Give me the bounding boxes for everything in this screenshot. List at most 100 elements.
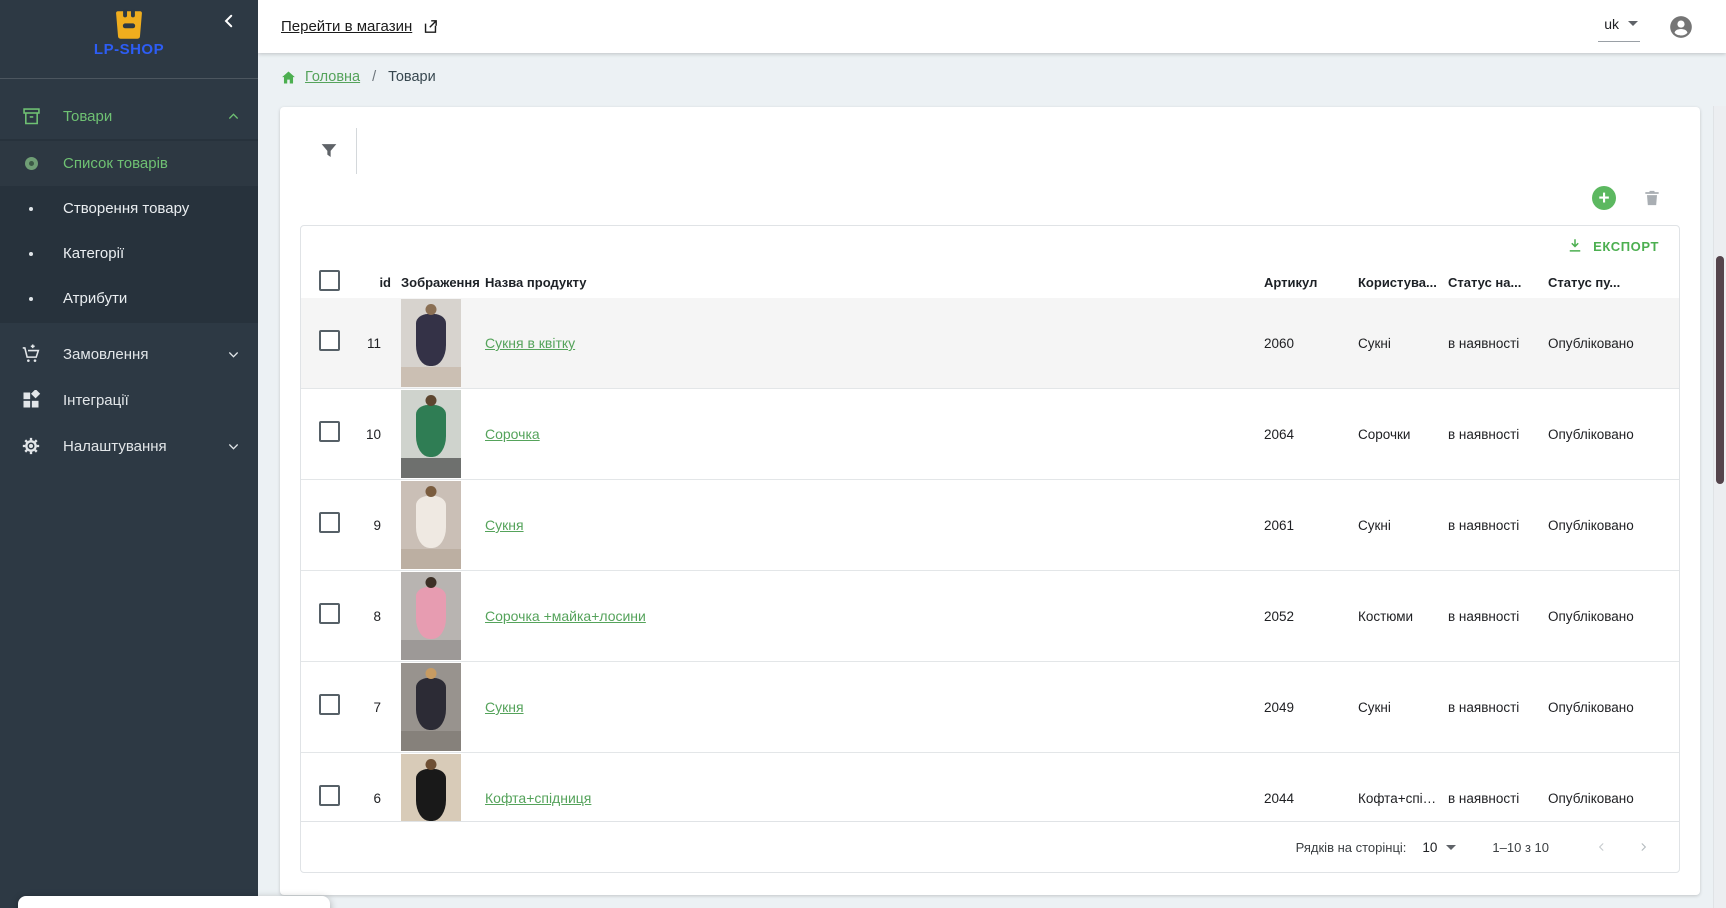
- sidebar-item-product-list[interactable]: Список товарів: [0, 141, 258, 186]
- main-area: Перейти в магазин uk: [258, 0, 1726, 908]
- export-button[interactable]: ЕКСПОРТ: [1560, 236, 1665, 256]
- gear-icon: [20, 436, 42, 456]
- active-bullet-icon: [20, 157, 42, 170]
- row-publish-status: Опубліковано: [1548, 336, 1663, 351]
- row-checkbox[interactable]: [319, 330, 340, 351]
- product-image[interactable]: [401, 481, 461, 569]
- product-name-link[interactable]: Кофта+спідниця: [485, 790, 591, 806]
- sidebar-divider: [0, 78, 258, 79]
- row-sku: 2060: [1264, 336, 1358, 351]
- header-stock-status[interactable]: Статус на...: [1448, 275, 1548, 290]
- table-body: 11 Сукня в квітку 2060 Сукні в наявності…: [301, 298, 1679, 821]
- logo-text: LP-SHOP: [94, 41, 164, 58]
- row-id: 9: [363, 518, 391, 533]
- product-name-link[interactable]: Сукня: [485, 699, 524, 715]
- table-row: 7 Сукня 2049 Сукні в наявності Опубліков…: [301, 662, 1679, 753]
- sidebar-item-label: Атрибути: [63, 290, 127, 307]
- row-publish-status: Опубліковано: [1548, 518, 1663, 533]
- sidebar-item-attributes[interactable]: Атрибути: [0, 276, 258, 321]
- add-product-button[interactable]: +: [1592, 186, 1616, 210]
- account-avatar-button[interactable]: [1668, 14, 1694, 40]
- chevron-down-icon: [227, 348, 240, 361]
- row-checkbox[interactable]: [319, 694, 340, 715]
- bottom-toast[interactable]: [18, 896, 330, 908]
- row-sku: 2052: [1264, 609, 1358, 624]
- breadcrumb-current: Товари: [388, 69, 436, 85]
- next-page-button[interactable]: [1631, 835, 1655, 859]
- product-image[interactable]: [401, 390, 461, 478]
- table-row: 6 Кофта+спідниця 2044 Кофта+спідниц в на…: [301, 753, 1679, 821]
- table-actions: +: [300, 181, 1680, 215]
- delete-selected-button[interactable]: [1642, 188, 1662, 208]
- header-user-category[interactable]: Користува...: [1358, 275, 1448, 290]
- breadcrumb-home-link[interactable]: Головна: [305, 69, 360, 85]
- sidebar-item-label: Налаштування: [63, 438, 206, 455]
- product-name-link[interactable]: Сукня: [485, 517, 524, 533]
- product-name-link[interactable]: Сорочка: [485, 426, 540, 442]
- caret-down-icon: [1628, 21, 1638, 26]
- prev-page-button[interactable]: [1589, 835, 1613, 859]
- export-toolbar: ЕКСПОРТ: [301, 226, 1679, 266]
- breadcrumb: Головна / Товари: [280, 65, 1700, 89]
- product-name-link[interactable]: Сорочка +майка+лосини: [485, 608, 646, 624]
- scrollbar-thumb[interactable]: [1716, 256, 1724, 484]
- app-root: LP-SHOP Товари Спис: [0, 0, 1726, 908]
- rows-per-page-value: 10: [1422, 840, 1437, 855]
- sidebar-item-integrations[interactable]: Інтеграції: [0, 377, 258, 423]
- rows-per-page-label: Рядків на сторінці:: [1296, 840, 1407, 855]
- sidebar-item-label: Список товарів: [63, 155, 168, 172]
- row-stock-status: в наявності: [1448, 427, 1548, 442]
- table-row: 10 Сорочка 2064 Сорочки в наявності Опуб…: [301, 389, 1679, 480]
- header-id[interactable]: id: [363, 275, 391, 290]
- home-icon: [280, 69, 297, 86]
- product-image[interactable]: [401, 572, 461, 660]
- product-image[interactable]: [401, 663, 461, 751]
- rows-per-page-select[interactable]: 10: [1422, 840, 1456, 855]
- row-checkbox[interactable]: [319, 421, 340, 442]
- row-publish-status: Опубліковано: [1548, 609, 1663, 624]
- product-name-link[interactable]: Сукня в квітку: [485, 335, 575, 351]
- header-name[interactable]: Назва продукту: [485, 275, 1264, 290]
- sidebar-item-settings[interactable]: Налаштування: [0, 423, 258, 469]
- filter-button[interactable]: [318, 140, 340, 162]
- select-all-checkbox[interactable]: [319, 270, 340, 291]
- sidebar-item-create-product[interactable]: Створення товару: [0, 186, 258, 231]
- row-user-category: Сукні: [1358, 700, 1448, 715]
- bullet-icon: [20, 207, 42, 211]
- sidebar-item-products[interactable]: Товари: [0, 93, 258, 139]
- export-button-label: ЕКСПОРТ: [1593, 239, 1659, 254]
- sidebar-item-orders[interactable]: Замовлення: [0, 331, 258, 377]
- inventory-box-icon: [20, 106, 42, 127]
- row-stock-status: в наявності: [1448, 336, 1548, 351]
- content: Головна / Товари +: [258, 53, 1726, 908]
- products-submenu: Список товарів Створення товару Категорі…: [0, 139, 258, 323]
- row-user-category: Сукні: [1358, 336, 1448, 351]
- header-sku[interactable]: Артикул: [1264, 275, 1358, 290]
- table-header-row: id Зображення Назва продукту Артикул Кор…: [301, 266, 1679, 298]
- sidebar-collapse-button[interactable]: [216, 8, 242, 34]
- page-scrollbar[interactable]: [1713, 106, 1726, 908]
- row-user-category: Кофта+спідниц: [1358, 791, 1448, 806]
- row-checkbox[interactable]: [319, 512, 340, 533]
- sidebar-item-categories[interactable]: Категорії: [0, 231, 258, 276]
- row-checkbox[interactable]: [319, 785, 340, 806]
- products-card: +: [280, 107, 1700, 895]
- chevron-down-icon: [227, 440, 240, 453]
- products-table-panel: ЕКСПОРТ id Зображення Назва продукту Арт…: [300, 225, 1680, 873]
- header-publish-status[interactable]: Статус пу...: [1548, 275, 1663, 290]
- language-select[interactable]: uk: [1598, 12, 1640, 42]
- sidebar-item-label: Інтеграції: [63, 392, 240, 409]
- row-stock-status: в наявності: [1448, 791, 1548, 806]
- store-link[interactable]: Перейти в магазин: [281, 18, 439, 35]
- row-publish-status: Опубліковано: [1548, 427, 1663, 442]
- sidebar: LP-SHOP Товари Спис: [0, 0, 258, 908]
- logo[interactable]: LP-SHOP: [0, 0, 258, 70]
- product-image[interactable]: [401, 754, 461, 821]
- row-checkbox[interactable]: [319, 603, 340, 624]
- filter-divider: [356, 128, 357, 174]
- row-sku: 2064: [1264, 427, 1358, 442]
- product-image[interactable]: [401, 299, 461, 387]
- pagination: Рядків на сторінці: 10 1–10 з 10: [301, 821, 1679, 872]
- row-id: 7: [363, 700, 391, 715]
- header-image[interactable]: Зображення: [391, 275, 485, 290]
